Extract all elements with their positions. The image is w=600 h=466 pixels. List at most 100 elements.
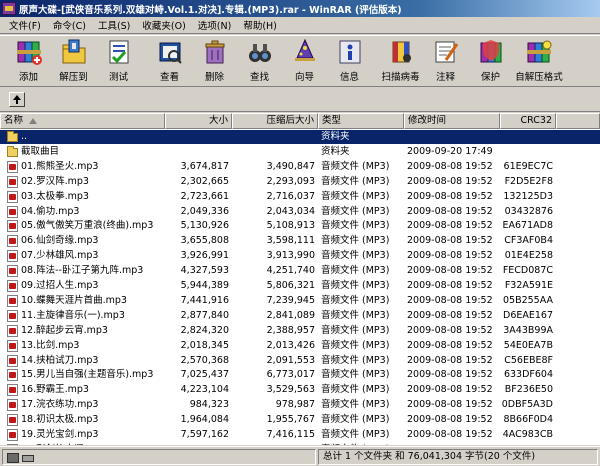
menu-help[interactable]: 帮助(H) <box>237 18 283 32</box>
cell-modified: 2009-08-08 19:52 <box>407 354 493 366</box>
status-left-panel <box>2 449 316 465</box>
info-button[interactable]: 信息 <box>327 35 372 87</box>
table-row[interactable]: 06.仙剑奇缘.mp3 3,655,808 3,598,111 音频文件 (MP3) 2… <box>0 234 600 248</box>
cell-modified: 2009-08-08 19:52 <box>407 339 493 351</box>
table-row[interactable]: .. 资料夹 <box>0 130 600 144</box>
mp3-file-icon <box>7 369 18 382</box>
mp3-file-icon <box>7 220 18 233</box>
cell-crc: 8B66F0D4 <box>503 414 553 426</box>
cell-type: 资料夹 <box>321 131 350 142</box>
table-row[interactable]: 04.偷功.mp3 2,049,336 2,043,034 音频文件 (MP3) 200… <box>0 205 600 219</box>
disk-icon[interactable] <box>7 453 19 463</box>
protect-button[interactable]: 保护 <box>468 35 513 87</box>
cell-size: 3,926,991 <box>180 250 229 262</box>
cell-name: 04.偷功.mp3 <box>21 205 80 217</box>
table-row[interactable]: 15.男儿当自强(主题音乐).mp3 7,025,437 6,773,017 音频文件… <box>0 368 600 382</box>
table-row[interactable]: 03.太极拳.mp3 2,723,661 2,716,037 音频文件 (MP3) 20… <box>0 190 600 204</box>
table-row[interactable]: 14.挟柏试刀.mp3 2,570,368 2,091,553 音频文件 (MP3) 2… <box>0 354 600 368</box>
find-button[interactable]: 查找 <box>237 35 282 87</box>
cell-size: 2,824,320 <box>180 324 229 336</box>
comment-button[interactable]: 注释 <box>423 35 468 87</box>
cell-name: 01.熊熊圣火.mp3 <box>21 160 99 172</box>
cell-crc: FECD087C <box>502 265 553 277</box>
column-header-packed[interactable]: 压缩后大小 <box>232 113 318 129</box>
wizard-button[interactable]: 向导 <box>282 35 327 87</box>
table-row[interactable]: 17.浣衣练功.mp3 984,323 978,987 音频文件 (MP3) 2009-… <box>0 398 600 412</box>
virus-scan-button[interactable]: 扫描病毒 <box>378 35 423 87</box>
cell-name: 20.彩剑竹水瓶.mp3 <box>21 443 163 445</box>
table-row[interactable]: 12.醉起步云宵.mp3 2,824,320 2,388,957 音频文件 (MP3)… <box>0 324 600 338</box>
column-header-crc[interactable]: CRC32 <box>500 113 556 129</box>
cell-type: 音频文件 (MP3) <box>321 354 390 366</box>
file-list[interactable]: 名称 大小 压缩后大小 类型 修改时间 CRC32 .. 资料夹 截取曲目 资料夹 20… <box>0 113 600 445</box>
table-row[interactable]: 11.主旋律音乐(一).mp3 2,877,840 2,841,089 音频文件 (M… <box>0 309 600 323</box>
table-row[interactable]: 02.罗汉阵.mp3 2,302,665 2,293,093 音频文件 (MP3) 20… <box>0 175 600 189</box>
cell-type: 音频文件 (MP3) <box>321 384 390 396</box>
view-button[interactable]: 查看 <box>147 35 192 87</box>
sfx-icon <box>527 40 552 63</box>
table-row[interactable]: 01.熊熊圣火.mp3 3,674,817 3,490,847 音频文件 (MP3) 2… <box>0 160 600 174</box>
menu-file[interactable]: 文件(F) <box>3 18 47 32</box>
cell-packed: 2,841,089 <box>266 309 315 321</box>
cell-modified: 2009-08-08 19:52 <box>407 175 493 187</box>
cell-type: 资料夹 <box>321 145 350 157</box>
delete-button[interactable]: 删除 <box>192 35 237 87</box>
column-header-size[interactable]: 大小 <box>165 113 232 129</box>
table-row[interactable]: 05.傲气傲笑万重浪(终曲).mp3 5,130,926 5,108,913 音频文件… <box>0 219 600 233</box>
menu-favorites[interactable]: 收藏夹(O) <box>136 18 191 32</box>
cell-size: 5,130,926 <box>180 220 229 232</box>
table-row[interactable]: 13.比剑.mp3 2,018,345 2,013,426 音频文件 (MP3) 200… <box>0 339 600 353</box>
up-one-level-button[interactable] <box>9 92 25 107</box>
table-row[interactable]: 07.少林雄风.mp3 3,926,991 3,913,990 音频文件 (MP3) 2… <box>0 249 600 263</box>
table-row[interactable]: 10.蝶舞天涯片首曲.mp3 7,441,916 7,239,945 音频文件 (MP… <box>0 294 600 308</box>
sort-ascending-icon <box>29 117 38 124</box>
key-icon[interactable] <box>22 455 34 462</box>
test-button[interactable]: 测试 <box>96 35 141 87</box>
cell-type: 音频文件 (MP3) <box>321 339 390 351</box>
cell-modified: 2009-08-08 19:52 <box>407 265 493 277</box>
mp3-file-icon <box>7 205 18 218</box>
add-button-label: 添加 <box>18 72 38 83</box>
cell-size: 7,441,916 <box>180 294 229 306</box>
table-row[interactable]: 截取曲目 资料夹 2009-09-20 17:49 <box>0 145 600 159</box>
sfx-button[interactable]: 自解压格式 <box>513 35 565 87</box>
folder-icon <box>7 145 18 157</box>
cell-crc: 4AC983CB <box>502 429 553 440</box>
mp3-file-icon <box>7 354 18 367</box>
cell-packed: 7,239,945 <box>266 294 315 306</box>
status-total: 总计 1 个文件夹 和 76,041,304 字节(20 个文件) <box>318 449 598 465</box>
add-button[interactable]: 添加 <box>6 35 51 87</box>
column-header-modified[interactable]: 修改时间 <box>404 113 500 129</box>
winrar-app-icon[interactable] <box>2 2 16 15</box>
cell-modified: 2009-08-08 19:52 <box>407 280 493 291</box>
table-row[interactable]: 16.野霸王.mp3 4,223,104 3,529,563 音频文件 (MP3) 20… <box>0 383 600 397</box>
table-row[interactable]: 08.阵法--卧江子第九阵.mp3 4,327,593 4,251,740 音频文件 … <box>0 264 600 278</box>
menu-options[interactable]: 选项(N) <box>192 18 238 32</box>
cell-type: 音频文件 (MP3) <box>321 414 390 426</box>
column-header-name[interactable]: 名称 <box>0 113 165 129</box>
mp3-file-icon <box>7 384 18 397</box>
cell-name: 18.初识太极.mp3 <box>21 414 99 426</box>
cell-packed <box>232 145 315 159</box>
info-button-label: 信息 <box>339 72 359 83</box>
table-row[interactable]: 19.灵光宝剑.mp3 7,597,162 7,416,115 音频文件 (MP3) 2… <box>0 428 600 442</box>
table-row[interactable]: 18.初识太极.mp3 1,964,084 1,955,767 音频文件 (MP3) 2… <box>0 413 600 427</box>
table-row[interactable]: 20.彩剑竹水瓶.mp32,778,2192,713,926 音频文件 (MP3)… <box>0 443 600 445</box>
protect-icon <box>480 40 501 63</box>
cell-size <box>165 145 229 159</box>
menu-tools[interactable]: 工具(S) <box>92 18 136 32</box>
cell-crc: BF236E50 <box>504 384 553 396</box>
mp3-file-icon <box>7 265 18 278</box>
mp3-file-icon <box>7 414 18 427</box>
cell-crc: D6EAE167 <box>503 309 553 321</box>
column-header-type[interactable]: 类型 <box>318 113 404 129</box>
mp3-file-icon <box>7 235 18 248</box>
extract-to-button[interactable]: 解压到 <box>51 35 96 87</box>
cell-size <box>165 130 229 144</box>
extract-to-button-label: 解压到 <box>59 72 88 83</box>
cell-modified: 2009-08-08 19:52 <box>407 250 493 262</box>
table-row[interactable]: 09.过招人生.mp3 5,944,389 5,806,321 音频文件 (MP3) 2… <box>0 279 600 293</box>
cell-name: 16.野霸王.mp3 <box>21 384 89 396</box>
menu-command[interactable]: 命令(C) <box>47 18 92 32</box>
cell-crc <box>500 130 553 144</box>
